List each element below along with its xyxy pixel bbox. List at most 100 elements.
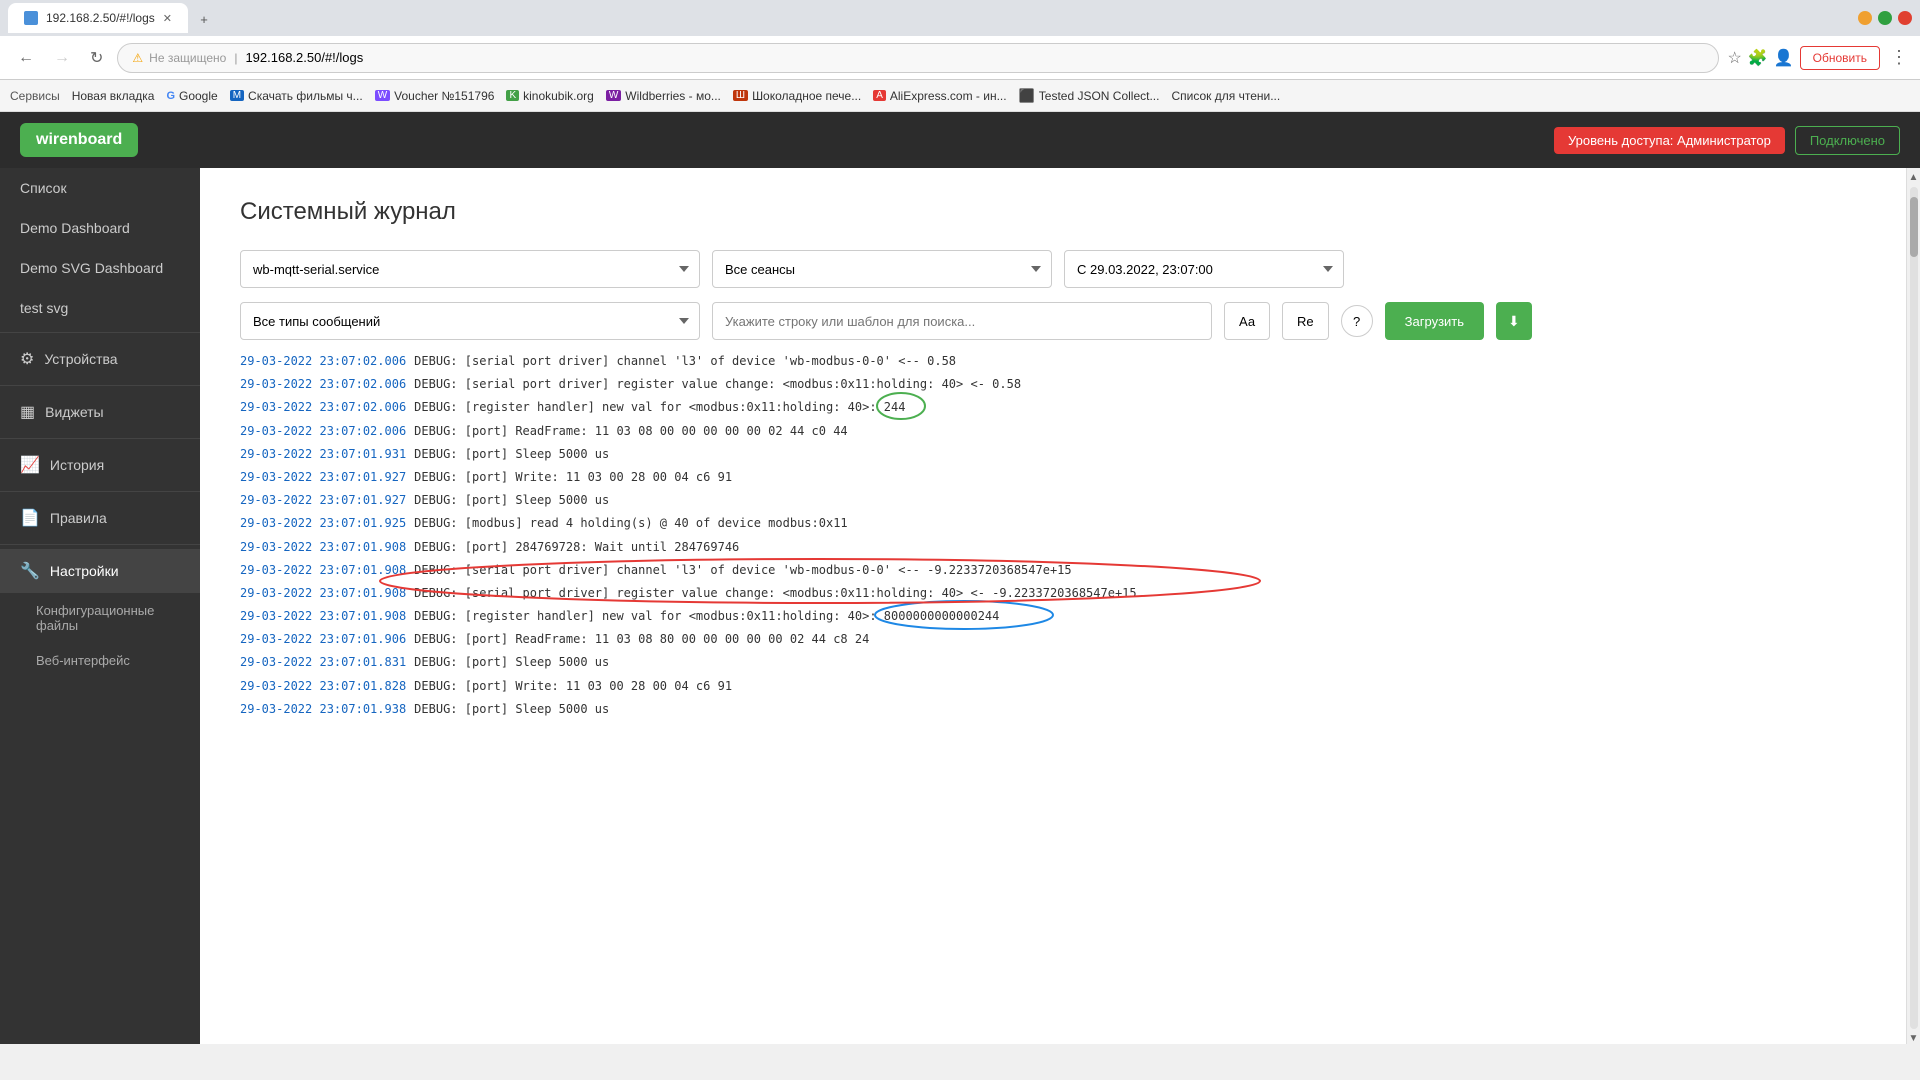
bookmark-services[interactable]: Сервисы	[10, 89, 60, 103]
load-button[interactable]: Загрузить	[1385, 302, 1484, 340]
close-btn[interactable]	[1898, 11, 1912, 25]
tab-favicon	[24, 11, 38, 25]
bookmark-label: Wildberries - мо...	[625, 89, 721, 103]
bookmark-label: Список для чтени...	[1171, 89, 1280, 103]
connect-button[interactable]: Подключено	[1795, 126, 1900, 155]
scroll-thumb[interactable]	[1910, 197, 1918, 257]
bookmark-label: Сервисы	[10, 89, 60, 103]
bookmark-aliexpress[interactable]: A AliExpress.com - ин...	[873, 89, 1006, 103]
minimize-btn[interactable]	[1858, 11, 1872, 25]
sidebar-item-demo-dashboard[interactable]: Demo Dashboard	[0, 208, 200, 248]
search-input[interactable]	[712, 302, 1212, 340]
bookmark-voucher[interactable]: W Voucher №151796	[375, 89, 495, 103]
github-icon: ⬛	[1019, 88, 1035, 104]
sidebar-section-label: История	[50, 457, 104, 473]
main-layout: Список Demo Dashboard Demo SVG Dashboard…	[0, 168, 1920, 1044]
scroll-up-btn[interactable]: ▲	[1909, 172, 1919, 183]
bookmark-chocolate[interactable]: Ш Шоколадное пече...	[733, 89, 861, 103]
re-button[interactable]: Re	[1282, 302, 1329, 340]
new-tab-btn[interactable]: +	[190, 5, 218, 33]
sidebar-sub-webui[interactable]: Веб-интерфейс	[0, 643, 200, 678]
content-area: Системный журнал wb-mqtt-serial.service …	[200, 168, 1906, 1044]
sidebar-item-label: Demo Dashboard	[20, 220, 130, 236]
bookmark-newtab[interactable]: Новая вкладка	[72, 89, 155, 103]
content-scroll[interactable]: Системный журнал wb-mqtt-serial.service …	[200, 168, 1906, 1044]
bookmark-icon: W	[606, 90, 621, 101]
log-entry: 29-03-2022 23:07:01.938 DEBUG: [port] Sl…	[240, 698, 1866, 721]
scrollbar[interactable]: ▲ ▼	[1906, 168, 1920, 1044]
log-entry: 29-03-2022 23:07:01.906 DEBUG: [port] Re…	[240, 628, 1866, 651]
scroll-down-btn[interactable]: ▼	[1909, 1033, 1919, 1044]
scroll-track[interactable]	[1910, 187, 1918, 1029]
bookmark-download[interactable]: M Скачать фильмы ч...	[230, 89, 363, 103]
update-button[interactable]: Обновить	[1800, 46, 1880, 70]
log-message: DEBUG: [serial port driver] channel 'l3'…	[414, 352, 956, 371]
bookmark-wildberries[interactable]: W Wildberries - мо...	[606, 89, 721, 103]
bookmark-icon: W	[375, 90, 390, 101]
download-button[interactable]: ⬇	[1496, 302, 1532, 340]
log-message: DEBUG: [register handler] new val for <m…	[414, 398, 905, 417]
sidebar-section-devices[interactable]: ⚙ Устройства	[0, 337, 200, 381]
profile-icon[interactable]: 👤	[1774, 48, 1794, 68]
log-timestamp: 29-03-2022 23:07:02.006	[240, 375, 406, 394]
log-entry: 29-03-2022 23:07:02.006 DEBUG: [serial p…	[240, 350, 1866, 373]
service-filter[interactable]: wb-mqtt-serial.service	[240, 250, 700, 288]
filters-row-1: wb-mqtt-serial.service Все сеансы С 29.0…	[240, 250, 1866, 288]
log-timestamp: 29-03-2022 23:07:01.927	[240, 468, 406, 487]
bookmark-google[interactable]: G Google	[166, 89, 217, 103]
sidebar-section-history[interactable]: 📈 История	[0, 443, 200, 487]
bookmark-label: Voucher №151796	[394, 89, 494, 103]
sidebar-sub-config[interactable]: Конфигурационные файлы	[0, 593, 200, 643]
message-type-filter[interactable]: Все типы сообщений	[240, 302, 700, 340]
address-input[interactable]	[245, 50, 1704, 65]
window-controls	[1858, 11, 1912, 25]
sessions-filter[interactable]: Все сеансы	[712, 250, 1052, 288]
bookmark-icon[interactable]: ☆	[1727, 48, 1741, 68]
log-entry: 29-03-2022 23:07:01.927 DEBUG: [port] Wr…	[240, 466, 1866, 489]
extensions-icon[interactable]: 🧩	[1748, 48, 1768, 68]
bookmark-github[interactable]: ⬛ Tested JSON Collect...	[1019, 88, 1160, 104]
sidebar-section-label: Виджеты	[45, 404, 104, 420]
date-filter[interactable]: С 29.03.2022, 23:07:00	[1064, 250, 1344, 288]
maximize-btn[interactable]	[1878, 11, 1892, 25]
log-message: DEBUG: [serial port driver] channel 'l3'…	[414, 561, 1071, 580]
reload-btn[interactable]: ↻	[84, 44, 109, 72]
active-tab[interactable]: 192.168.2.50/#!/logs ✕	[8, 3, 188, 33]
log-timestamp: 29-03-2022 23:07:01.908	[240, 607, 406, 626]
bookmark-readlist[interactable]: Список для чтени...	[1171, 89, 1280, 103]
security-icon: ⚠	[132, 51, 143, 65]
log-entry: 29-03-2022 23:07:01.925 DEBUG: [modbus] …	[240, 512, 1866, 535]
tab-close-btn[interactable]: ✕	[163, 12, 172, 25]
address-bar[interactable]: ⚠ Не защищено |	[117, 43, 1719, 73]
log-timestamp: 29-03-2022 23:07:01.931	[240, 445, 406, 464]
log-entry: 29-03-2022 23:07:02.006 DEBUG: [serial p…	[240, 373, 1866, 396]
sidebar-section-widgets[interactable]: ▦ Виджеты	[0, 390, 200, 434]
app-container: wirenboard Уровень доступа: Администрато…	[0, 112, 1920, 1044]
back-btn[interactable]: ←	[12, 45, 40, 71]
sidebar-section-rules[interactable]: 📄 Правила	[0, 496, 200, 540]
aa-button[interactable]: Аа	[1224, 302, 1270, 340]
sidebar-item-test-svg[interactable]: test svg	[0, 288, 200, 328]
log-timestamp: 29-03-2022 23:07:01.908	[240, 584, 406, 603]
sidebar-item-label: Demo SVG Dashboard	[20, 260, 163, 276]
settings-icon: 🔧	[20, 561, 40, 581]
log-timestamp: 29-03-2022 23:07:01.831	[240, 653, 406, 672]
sidebar-divider-4	[0, 491, 200, 492]
toolbar-actions: ☆ 🧩 👤 Обновить ⋮	[1727, 46, 1908, 70]
menu-icon[interactable]: ⋮	[1890, 47, 1908, 68]
log-entry: 29-03-2022 23:07:01.927 DEBUG: [port] Sl…	[240, 489, 1866, 512]
log-entry: 29-03-2022 23:07:01.908 DEBUG: [serial p…	[240, 582, 1866, 605]
sidebar-item-demo-svg[interactable]: Demo SVG Dashboard	[0, 248, 200, 288]
sidebar-divider-2	[0, 385, 200, 386]
sidebar-item-list[interactable]: Список	[0, 168, 200, 208]
forward-btn[interactable]: →	[48, 45, 76, 71]
sidebar-section-label: Правила	[50, 510, 107, 526]
rules-icon: 📄	[20, 508, 40, 528]
log-message: DEBUG: [port] Sleep 5000 us	[414, 445, 609, 464]
sidebar-section-settings[interactable]: 🔧 Настройки	[0, 549, 200, 593]
logo-button[interactable]: wirenboard	[20, 123, 138, 157]
help-button[interactable]: ?	[1341, 305, 1373, 337]
bookmark-kinokubik[interactable]: K kinokubik.org	[506, 89, 593, 103]
devices-icon: ⚙	[20, 349, 34, 369]
access-level-badge: Уровень доступа: Администратор	[1554, 127, 1785, 154]
